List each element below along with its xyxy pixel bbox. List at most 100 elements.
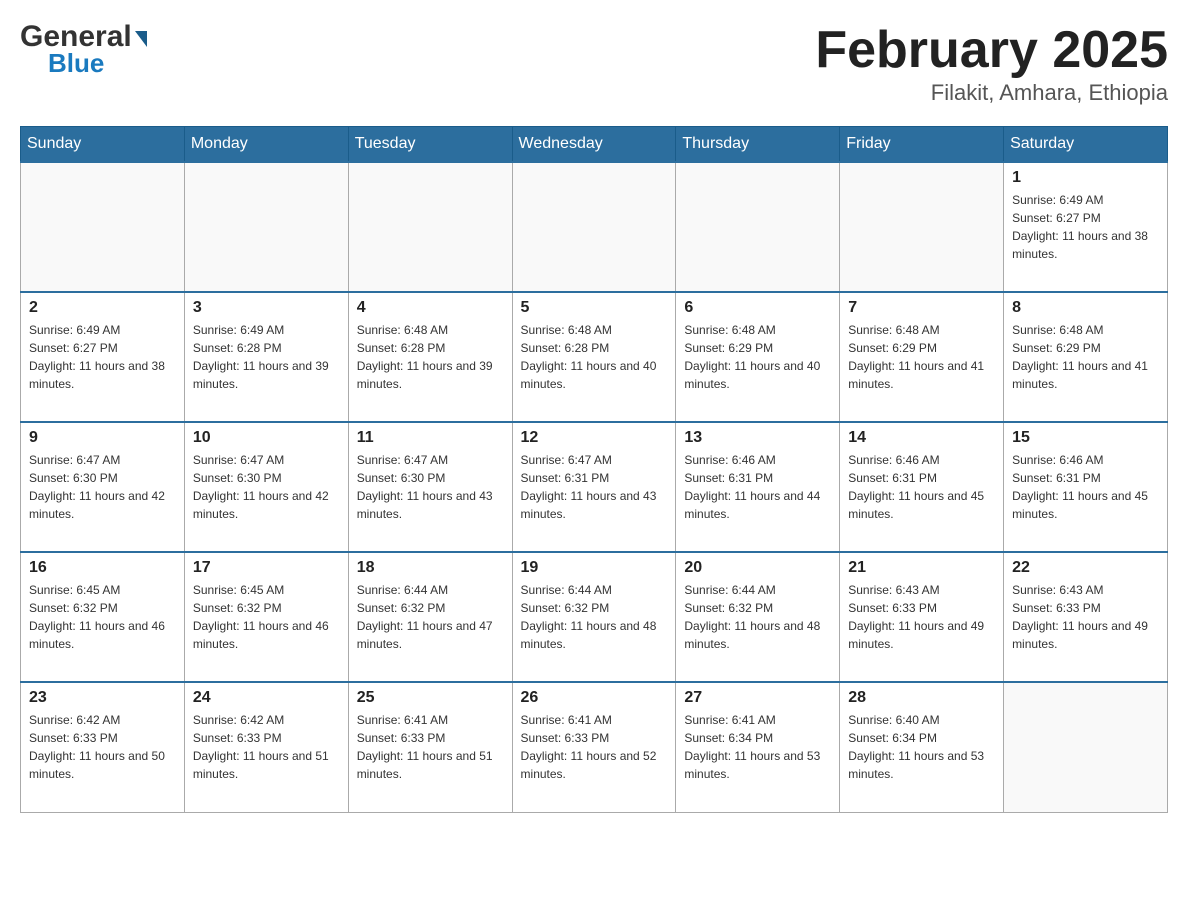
day-info: Sunrise: 6:41 AMSunset: 6:33 PMDaylight:… bbox=[521, 711, 668, 783]
calendar-cell: 3 Sunrise: 6:49 AMSunset: 6:28 PMDaylight… bbox=[184, 292, 348, 422]
calendar-cell: 19 Sunrise: 6:44 AMSunset: 6:32 PMDayligh… bbox=[512, 552, 676, 682]
location: Filakit, Amhara, Ethiopia bbox=[815, 80, 1168, 106]
day-number: 11 bbox=[357, 429, 504, 447]
calendar-cell: 4Sunrise: 6:48 AMSunset: 6:28 PMDaylight… bbox=[348, 292, 512, 422]
day-number: 26 bbox=[521, 689, 668, 707]
day-info: Sunrise: 6:46 AMSunset: 6:31 PMDaylight:… bbox=[684, 451, 831, 523]
day-number: 2 bbox=[29, 299, 176, 317]
calendar-cell: 21 Sunrise: 6:43 AMSunset: 6:33 PMDayligh… bbox=[840, 552, 1004, 682]
day-info: Sunrise: 6:48 AMSunset: 6:29 PMDaylight:… bbox=[1012, 321, 1159, 393]
calendar-cell: 10Sunrise: 6:47 AMSunset: 6:30 PMDayligh… bbox=[184, 422, 348, 552]
day-info: Sunrise: 6:48 AMSunset: 6:29 PMDaylight:… bbox=[684, 321, 831, 393]
calendar-week-row: 9 Sunrise: 6:47 AMSunset: 6:30 PMDaylight… bbox=[21, 422, 1168, 552]
calendar-cell: 2 Sunrise: 6:49 AMSunset: 6:27 PMDaylight… bbox=[21, 292, 185, 422]
calendar-cell: 27Sunrise: 6:41 AMSunset: 6:34 PMDayligh… bbox=[676, 682, 840, 812]
day-info: Sunrise: 6:45 AMSunset: 6:32 PMDaylight:… bbox=[193, 581, 340, 653]
day-info: Sunrise: 6:47 AMSunset: 6:30 PMDaylight:… bbox=[193, 451, 340, 523]
day-number: 22 bbox=[1012, 559, 1159, 577]
calendar-cell bbox=[840, 162, 1004, 292]
logo-blue-text: Blue bbox=[48, 48, 104, 79]
day-info: Sunrise: 6:48 AMSunset: 6:28 PMDaylight:… bbox=[357, 321, 504, 393]
day-number: 5 bbox=[521, 299, 668, 317]
calendar-cell: 9 Sunrise: 6:47 AMSunset: 6:30 PMDaylight… bbox=[21, 422, 185, 552]
day-of-week-header: Sunday bbox=[21, 127, 185, 163]
page-header: General Blue February 2025 Filakit, Amha… bbox=[20, 20, 1168, 106]
day-number: 28 bbox=[848, 689, 995, 707]
day-number: 19 bbox=[521, 559, 668, 577]
calendar-cell bbox=[21, 162, 185, 292]
day-info: Sunrise: 6:47 AMSunset: 6:30 PMDaylight:… bbox=[29, 451, 176, 523]
day-number: 20 bbox=[684, 559, 831, 577]
calendar-cell: 16 Sunrise: 6:45 AMSunset: 6:32 PMDayligh… bbox=[21, 552, 185, 682]
day-info: Sunrise: 6:44 AMSunset: 6:32 PMDaylight:… bbox=[684, 581, 831, 653]
day-info: Sunrise: 6:46 AMSunset: 6:31 PMDaylight:… bbox=[1012, 451, 1159, 523]
day-info: Sunrise: 6:45 AMSunset: 6:32 PMDaylight:… bbox=[29, 581, 176, 653]
calendar-week-row: 23 Sunrise: 6:42 AMSunset: 6:33 PMDayligh… bbox=[21, 682, 1168, 812]
calendar-cell: 1 Sunrise: 6:49 AMSunset: 6:27 PMDaylight… bbox=[1004, 162, 1168, 292]
calendar-cell: 12 Sunrise: 6:47 AMSunset: 6:31 PMDayligh… bbox=[512, 422, 676, 552]
day-info: Sunrise: 6:49 AMSunset: 6:28 PMDaylight:… bbox=[193, 321, 340, 393]
calendar-cell: 15 Sunrise: 6:46 AMSunset: 6:31 PMDayligh… bbox=[1004, 422, 1168, 552]
day-number: 14 bbox=[848, 429, 995, 447]
calendar-cell: 20 Sunrise: 6:44 AMSunset: 6:32 PMDayligh… bbox=[676, 552, 840, 682]
calendar-cell: 17 Sunrise: 6:45 AMSunset: 6:32 PMDayligh… bbox=[184, 552, 348, 682]
calendar-cell bbox=[1004, 682, 1168, 812]
day-of-week-header: Saturday bbox=[1004, 127, 1168, 163]
day-info: Sunrise: 6:43 AMSunset: 6:33 PMDaylight:… bbox=[1012, 581, 1159, 653]
calendar-week-row: 1 Sunrise: 6:49 AMSunset: 6:27 PMDaylight… bbox=[21, 162, 1168, 292]
day-number: 8 bbox=[1012, 299, 1159, 317]
day-info: Sunrise: 6:43 AMSunset: 6:33 PMDaylight:… bbox=[848, 581, 995, 653]
day-info: Sunrise: 6:48 AMSunset: 6:29 PMDaylight:… bbox=[848, 321, 995, 393]
day-number: 15 bbox=[1012, 429, 1159, 447]
calendar-cell: 24 Sunrise: 6:42 AMSunset: 6:33 PMDayligh… bbox=[184, 682, 348, 812]
day-info: Sunrise: 6:44 AMSunset: 6:32 PMDaylight:… bbox=[521, 581, 668, 653]
day-info: Sunrise: 6:48 AMSunset: 6:28 PMDaylight:… bbox=[521, 321, 668, 393]
day-number: 24 bbox=[193, 689, 340, 707]
day-number: 3 bbox=[193, 299, 340, 317]
day-info: Sunrise: 6:47 AMSunset: 6:31 PMDaylight:… bbox=[521, 451, 668, 523]
month-title: February 2025 bbox=[815, 20, 1168, 80]
day-info: Sunrise: 6:47 AMSunset: 6:30 PMDaylight:… bbox=[357, 451, 504, 523]
calendar-cell bbox=[512, 162, 676, 292]
day-number: 12 bbox=[521, 429, 668, 447]
day-number: 27 bbox=[684, 689, 831, 707]
calendar-cell: 18Sunrise: 6:44 AMSunset: 6:32 PMDayligh… bbox=[348, 552, 512, 682]
day-info: Sunrise: 6:40 AMSunset: 6:34 PMDaylight:… bbox=[848, 711, 995, 783]
day-number: 1 bbox=[1012, 169, 1159, 187]
calendar-cell: 8 Sunrise: 6:48 AMSunset: 6:29 PMDaylight… bbox=[1004, 292, 1168, 422]
calendar-cell: 5 Sunrise: 6:48 AMSunset: 6:28 PMDaylight… bbox=[512, 292, 676, 422]
day-number: 6 bbox=[684, 299, 831, 317]
day-info: Sunrise: 6:41 AMSunset: 6:33 PMDaylight:… bbox=[357, 711, 504, 783]
calendar-header-row: SundayMondayTuesdayWednesdayThursdayFrid… bbox=[21, 127, 1168, 163]
day-number: 23 bbox=[29, 689, 176, 707]
day-info: Sunrise: 6:42 AMSunset: 6:33 PMDaylight:… bbox=[193, 711, 340, 783]
day-number: 9 bbox=[29, 429, 176, 447]
calendar-cell: 14Sunrise: 6:46 AMSunset: 6:31 PMDayligh… bbox=[840, 422, 1004, 552]
calendar-cell: 22 Sunrise: 6:43 AMSunset: 6:33 PMDayligh… bbox=[1004, 552, 1168, 682]
day-number: 13 bbox=[684, 429, 831, 447]
day-number: 25 bbox=[357, 689, 504, 707]
day-of-week-header: Thursday bbox=[676, 127, 840, 163]
calendar-week-row: 2 Sunrise: 6:49 AMSunset: 6:27 PMDaylight… bbox=[21, 292, 1168, 422]
day-of-week-header: Wednesday bbox=[512, 127, 676, 163]
calendar-cell: 11 Sunrise: 6:47 AMSunset: 6:30 PMDayligh… bbox=[348, 422, 512, 552]
day-info: Sunrise: 6:49 AMSunset: 6:27 PMDaylight:… bbox=[29, 321, 176, 393]
day-number: 21 bbox=[848, 559, 995, 577]
calendar-cell: 28 Sunrise: 6:40 AMSunset: 6:34 PMDayligh… bbox=[840, 682, 1004, 812]
day-number: 16 bbox=[29, 559, 176, 577]
calendar-cell bbox=[676, 162, 840, 292]
calendar-cell: 6 Sunrise: 6:48 AMSunset: 6:29 PMDaylight… bbox=[676, 292, 840, 422]
day-of-week-header: Monday bbox=[184, 127, 348, 163]
calendar-week-row: 16 Sunrise: 6:45 AMSunset: 6:32 PMDayligh… bbox=[21, 552, 1168, 682]
day-of-week-header: Tuesday bbox=[348, 127, 512, 163]
day-info: Sunrise: 6:44 AMSunset: 6:32 PMDaylight:… bbox=[357, 581, 504, 653]
logo-triangle-icon bbox=[135, 31, 147, 47]
day-number: 17 bbox=[193, 559, 340, 577]
calendar-cell bbox=[348, 162, 512, 292]
day-info: Sunrise: 6:49 AMSunset: 6:27 PMDaylight:… bbox=[1012, 191, 1159, 263]
day-info: Sunrise: 6:42 AMSunset: 6:33 PMDaylight:… bbox=[29, 711, 176, 783]
title-section: February 2025 Filakit, Amhara, Ethiopia bbox=[815, 20, 1168, 106]
calendar-table: SundayMondayTuesdayWednesdayThursdayFrid… bbox=[20, 126, 1168, 813]
calendar-cell: 23 Sunrise: 6:42 AMSunset: 6:33 PMDayligh… bbox=[21, 682, 185, 812]
logo: General Blue bbox=[20, 20, 147, 79]
